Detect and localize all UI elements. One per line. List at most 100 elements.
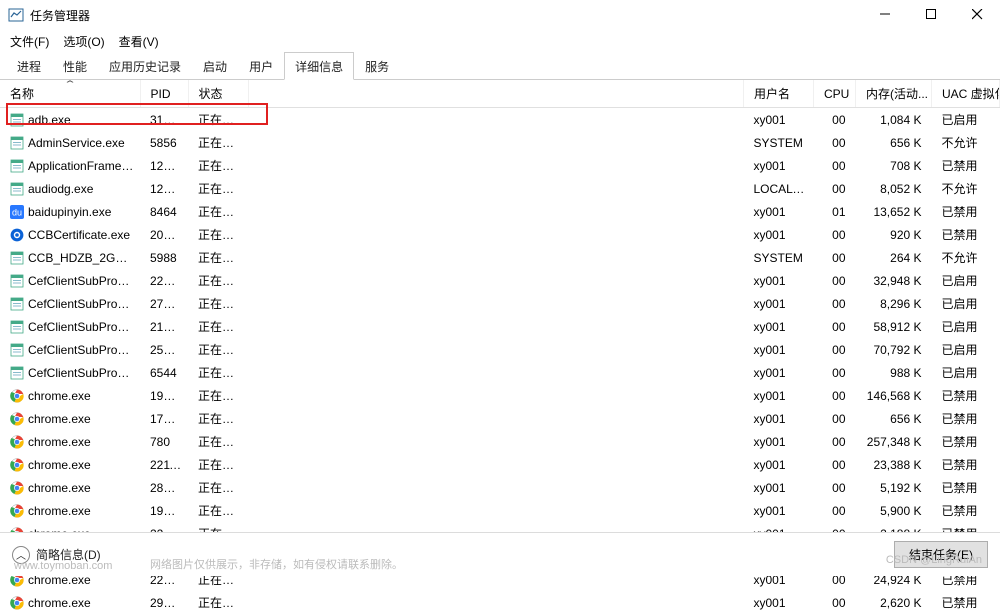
cell-spacer [248,338,744,361]
col-pid[interactable]: PID [140,80,188,108]
cell-spacer [248,154,744,177]
table-row[interactable]: CefClientSubProce...27940正在运行xy001008,29… [0,292,1000,315]
cell-spacer [248,108,744,132]
table-row[interactable]: chrome.exe780正在运行xy00100257,348 K已禁用 [0,430,1000,453]
process-icon [10,182,24,196]
cell-spacer [248,223,744,246]
table-row[interactable]: adb.exe31800正在运行xy001001,084 K已启用 [0,108,1000,132]
minimize-button[interactable] [862,0,908,28]
svg-text:du: du [12,207,22,217]
cell-mem: 146,568 K [856,384,932,407]
cell-mem: 920 K [856,223,932,246]
cell-status: 正在运行 [188,430,248,453]
table-row[interactable]: CefClientSubProce...22952正在运行xy0010032,9… [0,269,1000,292]
cell-mem: 8,296 K [856,292,932,315]
cell-user: xy001 [744,223,814,246]
cell-user: xy001 [744,476,814,499]
table-row[interactable]: chrome.exe28768正在运行xy001005,192 K已禁用 [0,476,1000,499]
tabs: 进程性能应用历史记录启动用户详细信息服务 [0,52,1000,80]
cell-cpu: 00 [814,338,856,361]
table-row[interactable]: dubaidupinyin.exe8464正在运行xy0010113,652 K… [0,200,1000,223]
cell-user: xy001 [744,108,814,132]
process-icon [10,297,24,311]
col-uac[interactable]: UAC 虚拟化 [932,80,1000,108]
tab-0[interactable]: 进程 [6,52,52,80]
cell-uac: 不允许 [932,131,1000,154]
col-user[interactable]: 用户名 [744,80,814,108]
cell-uac: 已禁用 [932,407,1000,430]
cell-user: LOCAL SE... [744,177,814,200]
tab-2[interactable]: 应用历史记录 [98,52,192,80]
cell-status: 正在运行 [188,407,248,430]
tab-6[interactable]: 服务 [354,52,400,80]
process-icon [10,458,24,472]
col-status[interactable]: 状态 [188,80,248,108]
cell-user: xy001 [744,591,814,614]
cell-mem: 1,084 K [856,108,932,132]
table-row[interactable]: chrome.exe19500正在运行xy001005,900 K已禁用 [0,499,1000,522]
cell-uac: 已禁用 [932,476,1000,499]
process-icon [10,274,24,288]
tab-5[interactable]: 详细信息 [284,52,354,80]
col-spacer[interactable] [248,80,744,108]
cell-status: 正在运行 [188,177,248,200]
process-icon [10,435,24,449]
cell-uac: 已启用 [932,338,1000,361]
cell-cpu: 00 [814,384,856,407]
table-row[interactable]: CCB_HDZB_2G_Dev...5988正在运行SYSTEM00264 K不… [0,246,1000,269]
cell-cpu: 00 [814,108,856,132]
cell-user: SYSTEM [744,246,814,269]
cell-mem: 8,052 K [856,177,932,200]
table-row[interactable]: ApplicationFrameH...12324正在运行xy00100708 … [0,154,1000,177]
cell-uac: 已禁用 [932,154,1000,177]
menu-file[interactable]: 文件(F) [10,33,49,50]
table-row[interactable]: CefClientSubProce...25292正在运行xy0010070,7… [0,338,1000,361]
cell-spacer [248,591,744,614]
col-name[interactable]: 名称 [0,80,140,108]
cell-status: 正在运行 [188,292,248,315]
tab-3[interactable]: 启动 [192,52,238,80]
cell-user: xy001 [744,453,814,476]
cell-status: 正在运行 [188,591,248,614]
app-icon [8,7,24,23]
table-row[interactable]: chrome.exe19984正在运行xy00100146,568 K已禁用 [0,384,1000,407]
tab-4[interactable]: 用户 [238,52,284,80]
table-row[interactable]: chrome.exe17912正在运行xy00100656 K已禁用 [0,407,1000,430]
cell-status: 正在运行 [188,154,248,177]
cell-spacer [248,499,744,522]
tab-1[interactable]: 性能 [52,52,98,80]
menu-options[interactable]: 选项(O) [63,33,104,50]
cell-status: 正在运行 [188,361,248,384]
table-row[interactable]: CefClientSubProce...21816正在运行xy0010058,9… [0,315,1000,338]
cell-name: CefClientSubProce... [0,269,140,292]
cell-mem: 708 K [856,154,932,177]
table-row[interactable]: audiodg.exe12768正在运行LOCAL SE...008,052 K… [0,177,1000,200]
table-row[interactable]: chrome.exe29812正在运行xy001002,620 K已禁用 [0,591,1000,614]
cell-cpu: 00 [814,292,856,315]
cell-spacer [248,131,744,154]
table-row[interactable]: CCBCertificate.exe20672正在运行xy00100920 K已… [0,223,1000,246]
process-icon [10,251,24,265]
cell-name: CefClientSubProce... [0,361,140,384]
cell-name: chrome.exe [0,476,140,499]
maximize-button[interactable] [908,0,954,28]
cell-mem: 656 K [856,407,932,430]
cell-spacer [248,430,744,453]
cell-cpu: 00 [814,591,856,614]
menu-view[interactable]: 查看(V) [119,33,159,50]
cell-name: adb.exe [0,108,140,132]
table-row[interactable]: chrome.exe22116正在运行xy0010023,388 K已禁用 [0,453,1000,476]
process-icon [10,596,24,610]
menubar: 文件(F) 选项(O) 查看(V) [0,30,1000,52]
close-button[interactable] [954,0,1000,28]
process-icon [10,504,24,518]
cell-cpu: 00 [814,315,856,338]
cell-name: CCB_HDZB_2G_Dev... [0,246,140,269]
cell-uac: 已启用 [932,108,1000,132]
cell-user: xy001 [744,200,814,223]
table-row[interactable]: CefClientSubProce...6544正在运行xy00100988 K… [0,361,1000,384]
col-cpu[interactable]: CPU [814,80,856,108]
col-mem[interactable]: 内存(活动... [856,80,932,108]
cell-name: CefClientSubProce... [0,315,140,338]
table-row[interactable]: AdminService.exe5856正在运行SYSTEM00656 K不允许 [0,131,1000,154]
